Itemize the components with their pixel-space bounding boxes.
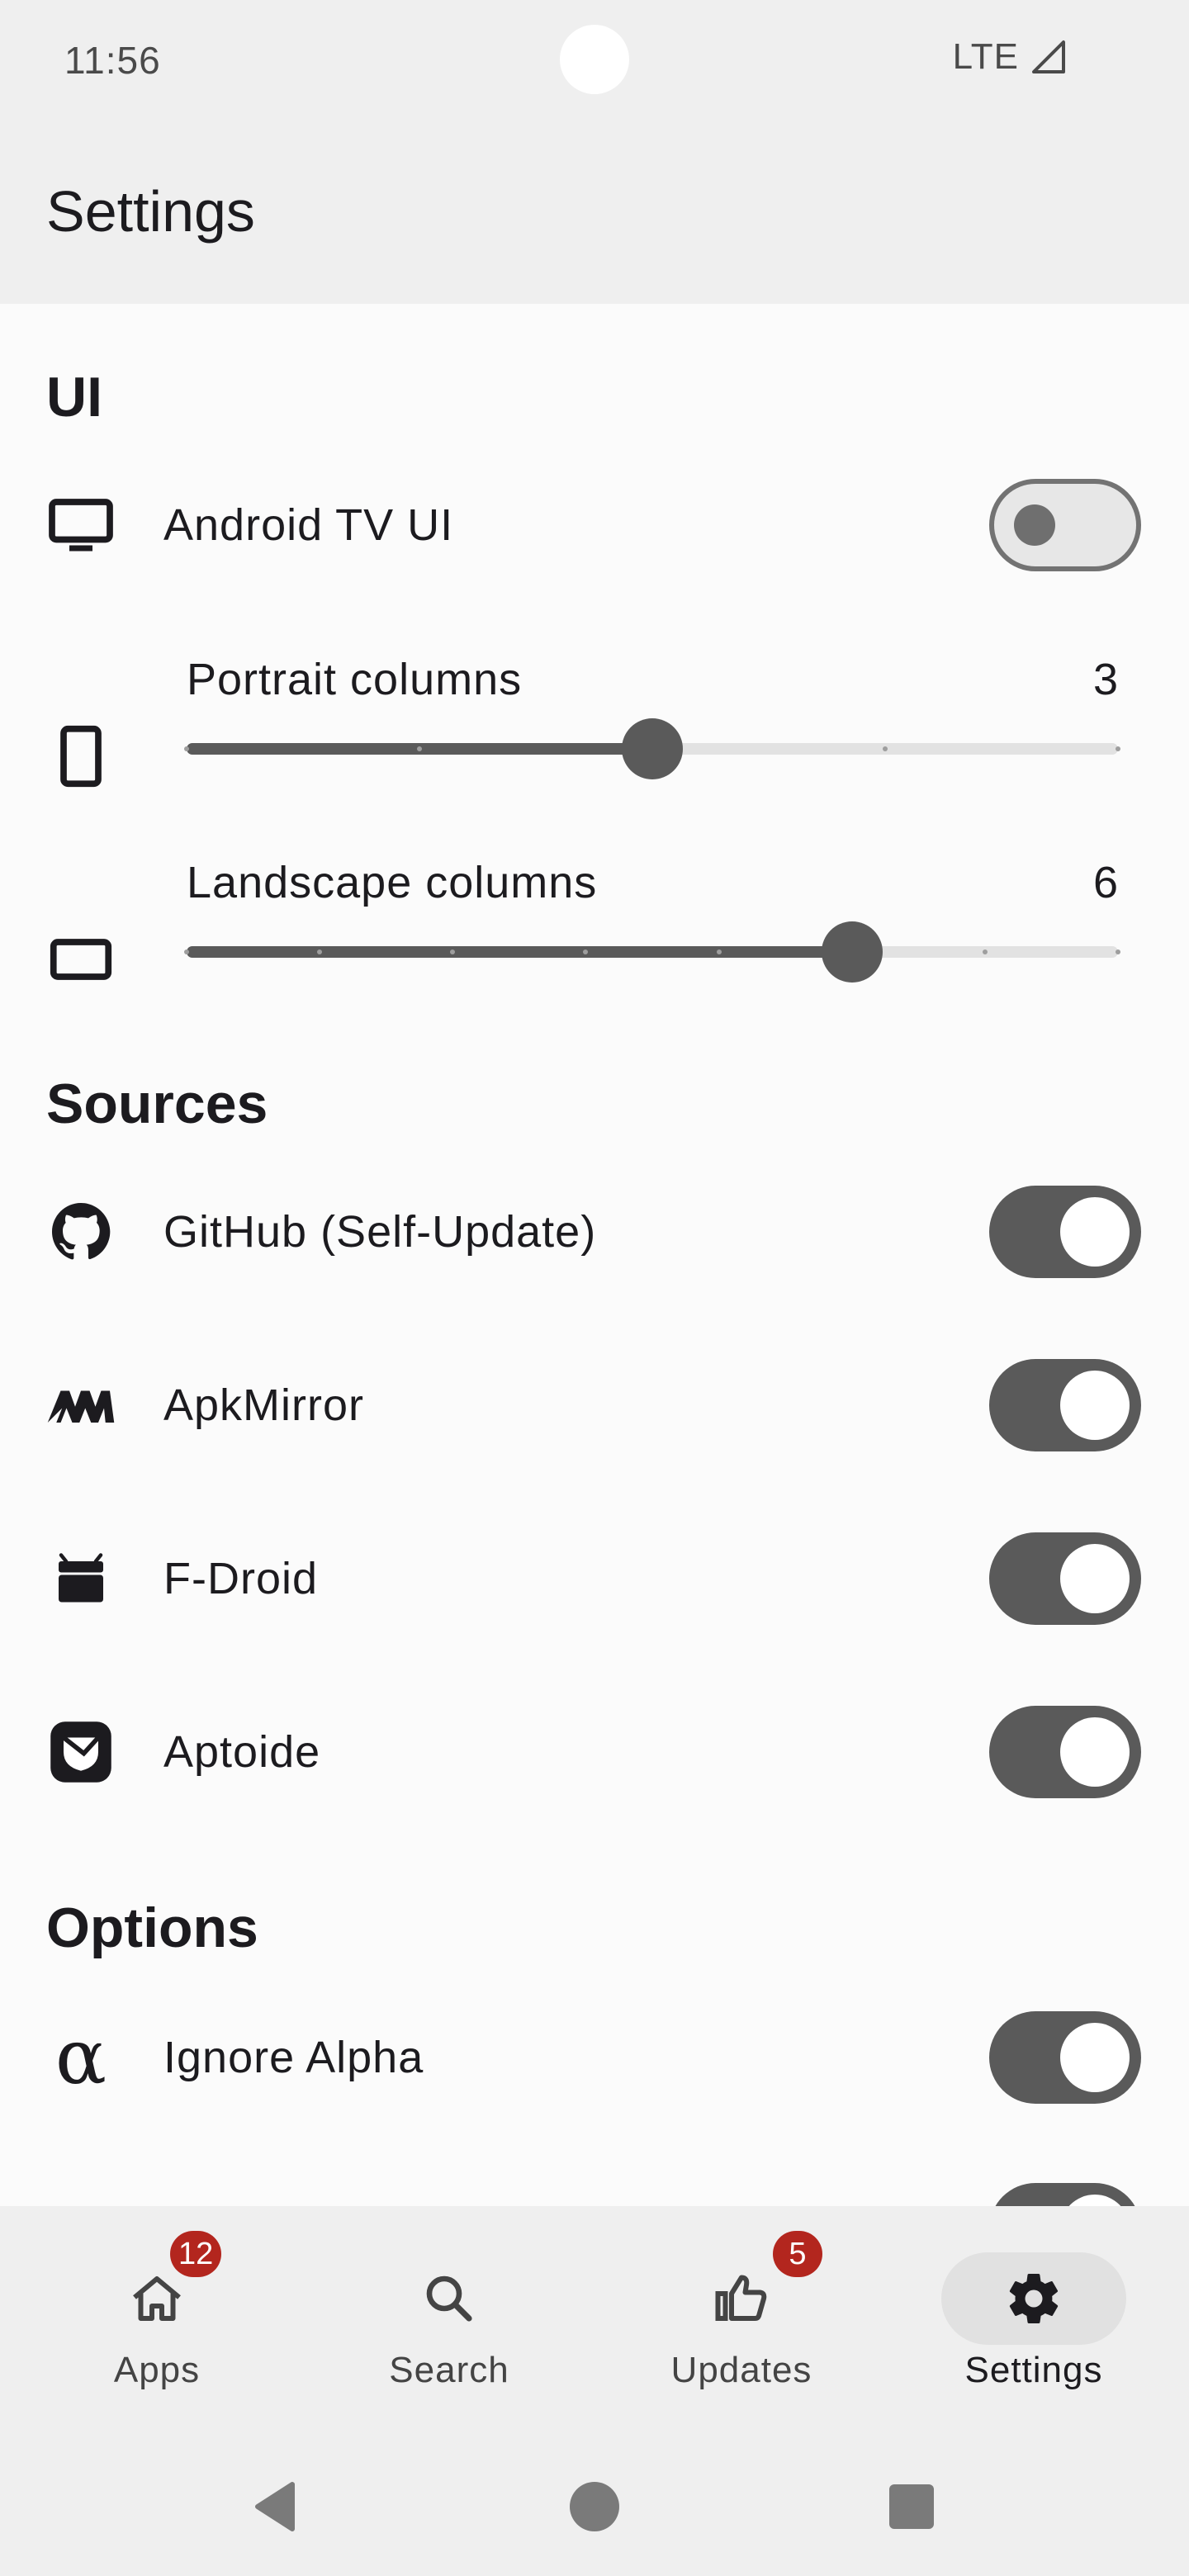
apkmirror-source-switch[interactable] bbox=[989, 1359, 1141, 1451]
nav-icon-container bbox=[941, 2252, 1126, 2345]
setting-landscape-columns: Landscape columns 6 bbox=[0, 839, 1189, 1020]
fdroid-icon bbox=[46, 1544, 116, 1613]
github-icon bbox=[46, 1197, 116, 1267]
gear-icon bbox=[1009, 2274, 1059, 2324]
nav-label: Updates bbox=[670, 2350, 812, 2390]
signal-icon bbox=[1032, 40, 1065, 73]
slider-label: Landscape columns bbox=[187, 858, 598, 907]
home-icon bbox=[133, 2276, 181, 2321]
slider-tick bbox=[184, 746, 189, 751]
slider-tick bbox=[1116, 746, 1120, 751]
tv-icon bbox=[46, 490, 116, 560]
setting-label: ApkMirror bbox=[163, 1380, 365, 1430]
ignore-alpha-switch[interactable] bbox=[989, 2011, 1141, 2104]
switch-knob bbox=[1060, 1197, 1130, 1267]
android-tv-ui-switch[interactable] bbox=[989, 479, 1141, 571]
section-header-ui: UI bbox=[46, 366, 102, 429]
setting-label: Ignore Alpha bbox=[163, 2033, 424, 2082]
switch-knob bbox=[1060, 1371, 1130, 1440]
slider-value: 3 bbox=[1092, 655, 1118, 704]
nav-item-settings[interactable]: Settings bbox=[918, 2252, 1149, 2417]
slider-thumb[interactable] bbox=[821, 921, 883, 983]
setting-source-apkmirror[interactable]: ApkMirror bbox=[0, 1356, 1189, 1455]
setting-ignore-alpha[interactable]: α Ignore Alpha bbox=[0, 2008, 1189, 2107]
page-title: Settings bbox=[46, 179, 255, 244]
slider-value: 6 bbox=[1092, 858, 1118, 907]
slider-tick bbox=[982, 949, 988, 954]
slider-tick bbox=[417, 746, 422, 751]
settings-screen: 11:56 LTE Settings UI Android TV UI Port… bbox=[0, 0, 1189, 2576]
search-icon bbox=[426, 2275, 472, 2322]
setting-portrait-columns: Portrait columns 3 bbox=[0, 636, 1189, 817]
setting-source-github[interactable]: GitHub (Self-Update) bbox=[0, 1182, 1189, 1281]
setting-android-tv-ui[interactable]: Android TV UI bbox=[0, 476, 1189, 575]
updates-badge: 5 bbox=[773, 2231, 822, 2277]
alpha-icon: α bbox=[54, 2013, 107, 2101]
setting-source-aptoide[interactable]: Aptoide bbox=[0, 1702, 1189, 1802]
switch-knob bbox=[1060, 1544, 1130, 1613]
system-navigation-bar bbox=[0, 2437, 1189, 2576]
slider-tick bbox=[883, 746, 888, 751]
slider-thumb[interactable] bbox=[622, 718, 683, 779]
slider-label: Portrait columns bbox=[187, 655, 523, 704]
slider-active-track bbox=[187, 946, 852, 958]
phone-portrait-icon bbox=[46, 722, 116, 791]
slider-tick bbox=[716, 949, 722, 954]
setting-label: Aptoide bbox=[163, 1727, 321, 1777]
section-header-options: Options bbox=[46, 1896, 258, 1959]
nav-item-apps[interactable]: 12 Apps bbox=[41, 2231, 272, 2417]
setting-label: GitHub (Self-Update) bbox=[163, 1207, 597, 1257]
github-source-switch[interactable] bbox=[989, 1186, 1141, 1278]
status-indicators: LTE bbox=[953, 36, 1068, 78]
network-type: LTE bbox=[952, 36, 1019, 77]
portrait-columns-slider[interactable] bbox=[184, 718, 1120, 779]
aptoide-icon bbox=[46, 1717, 116, 1787]
setting-label: F-Droid bbox=[163, 1554, 319, 1603]
back-icon[interactable] bbox=[248, 2477, 307, 2536]
bottom-navigation: 12 Apps Search 5 Updates Settings bbox=[0, 2206, 1189, 2437]
slider-tick bbox=[1116, 949, 1120, 954]
top-app-bar: 11:56 LTE Settings bbox=[0, 0, 1189, 304]
home-button-icon[interactable] bbox=[565, 2477, 624, 2536]
switch-knob bbox=[1060, 2023, 1130, 2092]
nav-icon-container: 12 bbox=[64, 2231, 249, 2345]
nav-icon-container bbox=[357, 2252, 542, 2345]
switch-knob bbox=[1014, 504, 1055, 546]
setting-source-fdroid[interactable]: F-Droid bbox=[0, 1529, 1189, 1628]
nav-icon-container: 5 bbox=[649, 2231, 834, 2345]
status-time: 11:56 bbox=[64, 39, 161, 82]
landscape-columns-slider[interactable] bbox=[184, 921, 1120, 983]
slider-tick bbox=[184, 949, 189, 954]
switch-knob bbox=[1060, 1717, 1130, 1787]
fdroid-source-switch[interactable] bbox=[989, 1532, 1141, 1625]
camera-cutout bbox=[560, 25, 629, 94]
nav-label: Search bbox=[389, 2350, 509, 2390]
apps-badge: 12 bbox=[170, 2231, 222, 2277]
setting-label: Android TV UI bbox=[163, 500, 454, 550]
nav-label: Settings bbox=[964, 2350, 1103, 2390]
nav-label: Apps bbox=[113, 2350, 201, 2390]
aptoide-source-switch[interactable] bbox=[989, 1706, 1141, 1798]
section-header-sources: Sources bbox=[46, 1073, 268, 1135]
apkmirror-icon bbox=[46, 1371, 116, 1440]
nav-item-updates[interactable]: 5 Updates bbox=[626, 2231, 857, 2417]
recents-icon[interactable] bbox=[882, 2477, 941, 2536]
nav-item-search[interactable]: Search bbox=[334, 2252, 565, 2417]
phone-landscape-icon bbox=[46, 925, 116, 994]
thumb-up-icon bbox=[715, 2275, 767, 2321]
